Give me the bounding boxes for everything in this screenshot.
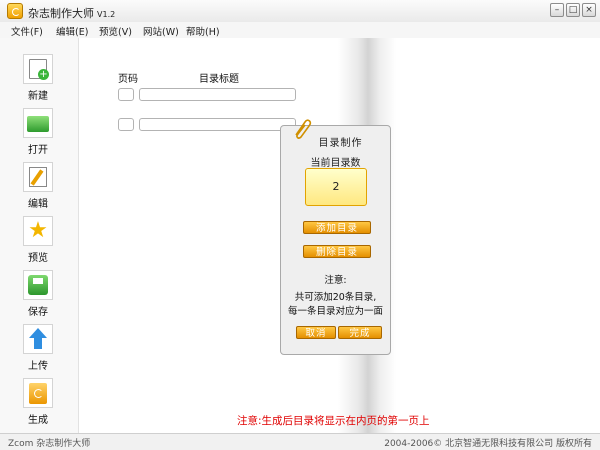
cancel-button[interactable]: 取消: [296, 326, 336, 339]
status-product: Zcom 杂志制作大师: [8, 439, 91, 449]
sidebar: + 新建 打开 编辑 ★ 预览 保存 上传 生成: [0, 38, 79, 433]
panel-note-line-2: 每一条目录对应为一面: [287, 306, 383, 317]
menu-preview[interactable]: 预览(V): [99, 24, 132, 38]
close-button[interactable]: ×: [582, 3, 596, 17]
minimize-button[interactable]: –: [550, 3, 564, 17]
maximize-button[interactable]: □: [566, 3, 580, 17]
sidebar-open-button[interactable]: 打开: [16, 108, 60, 156]
title-bar: 杂志制作大师 V1.2 – □ ×: [0, 0, 600, 23]
open-folder-icon: [23, 108, 53, 138]
menu-help[interactable]: 帮助(H): [186, 24, 220, 38]
done-button[interactable]: 完成: [338, 326, 382, 339]
toc-count-display: 2: [305, 168, 367, 206]
sidebar-preview-button[interactable]: ★ 预览: [16, 216, 60, 264]
panel-note-title: 注意:: [324, 275, 347, 286]
upload-arrow-icon: [23, 324, 53, 354]
menu-file[interactable]: 文件(F): [11, 24, 43, 38]
menu-website[interactable]: 网站(W): [143, 24, 179, 38]
panel-note-line-1: 共可添加20条目录,: [294, 292, 377, 303]
sidebar-upload-button[interactable]: 上传: [16, 324, 60, 372]
add-toc-button[interactable]: 添加目录: [303, 221, 371, 234]
app-logo-icon: [7, 3, 23, 19]
app-version: V1.2: [97, 10, 116, 19]
page-number-header: 页码: [118, 74, 138, 85]
status-copyright: 2004-2006© 北京智通无限科技有限公司 版权所有: [384, 439, 592, 449]
current-count-label: 当前目录数: [310, 158, 361, 169]
preview-star-icon: ★: [23, 216, 53, 246]
panel-title: 目录制作: [318, 138, 363, 149]
edit-icon: [23, 162, 53, 192]
toc-page-input-2[interactable]: [118, 118, 134, 131]
save-icon: [23, 270, 53, 300]
menu-bar: 文件(F) 编辑(E) 预览(V) 网站(W) 帮助(H): [0, 22, 600, 38]
new-document-icon: +: [23, 54, 53, 84]
delete-toc-button[interactable]: 删除目录: [303, 245, 371, 258]
generate-book-icon: [23, 378, 53, 408]
toc-page-input-1[interactable]: [118, 88, 134, 101]
generation-notice: 注意:生成后目录将显示在内页的第一页上: [237, 415, 430, 427]
status-bar: Zcom 杂志制作大师 2004-2006© 北京智通无限科技有限公司 版权所有: [0, 433, 600, 450]
toc-title-header: 目录标题: [199, 74, 239, 85]
menu-edit[interactable]: 编辑(E): [56, 24, 88, 38]
sidebar-new-button[interactable]: + 新建: [16, 54, 60, 102]
app-name: 杂志制作大师: [28, 7, 94, 20]
sidebar-edit-button[interactable]: 编辑: [16, 162, 60, 210]
toc-title-input-2[interactable]: [139, 118, 296, 131]
window-title: 杂志制作大师 V1.2: [28, 5, 115, 21]
sidebar-generate-button[interactable]: 生成: [16, 378, 60, 426]
toc-title-input-1[interactable]: [139, 88, 296, 101]
sidebar-save-button[interactable]: 保存: [16, 270, 60, 318]
